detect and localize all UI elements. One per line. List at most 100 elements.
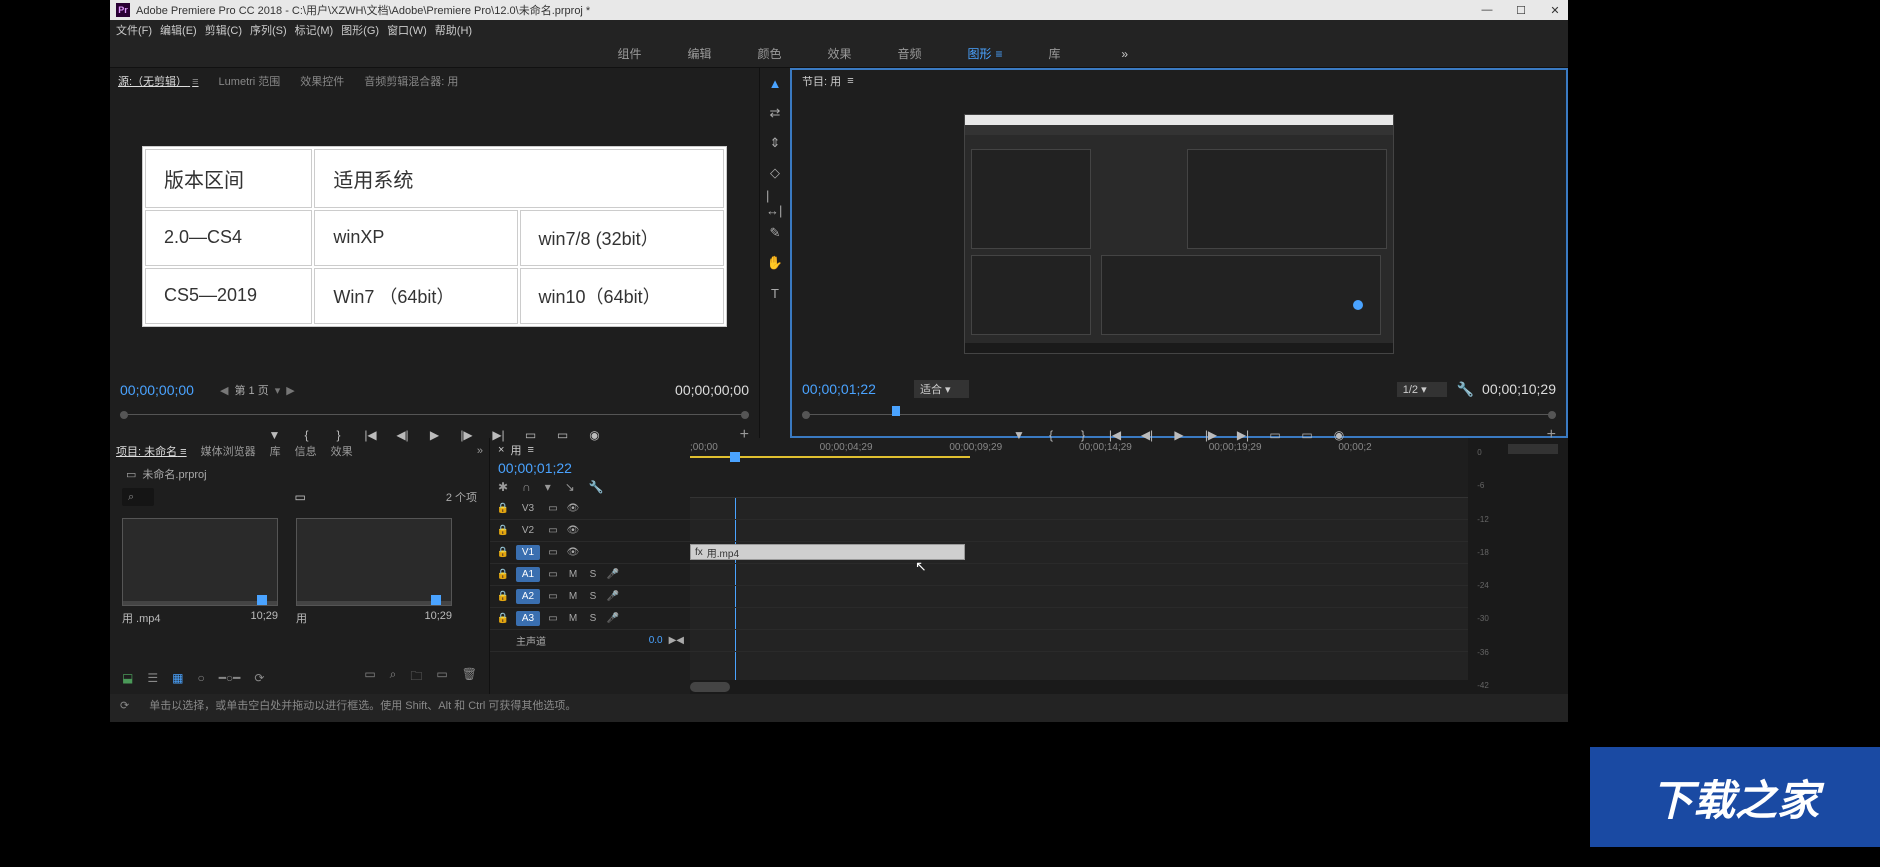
- new-item-icon[interactable]: ▭: [436, 667, 447, 688]
- project-overflow-icon[interactable]: »: [477, 445, 483, 457]
- track-select-tool-icon[interactable]: ⇄: [766, 104, 784, 122]
- resolution-select[interactable]: 1/2 ▾: [1397, 382, 1447, 397]
- tab-libraries[interactable]: 库: [270, 443, 281, 459]
- goto-out-icon[interactable]: ▶|: [492, 428, 506, 442]
- lock-icon[interactable]: ⬓: [122, 671, 133, 685]
- find-icon[interactable]: ⌕: [390, 667, 397, 688]
- mute-icon[interactable]: M: [566, 613, 580, 624]
- ws-effects[interactable]: 效果: [819, 45, 859, 62]
- sync-lock-icon[interactable]: ▭: [546, 503, 560, 514]
- track-label[interactable]: A1: [516, 567, 540, 582]
- razor-tool-icon[interactable]: ◇: [766, 164, 784, 182]
- tab-effects[interactable]: 效果: [331, 443, 353, 459]
- tab-info[interactable]: 信息: [295, 443, 317, 459]
- menu-marker[interactable]: 标记(M): [295, 22, 334, 38]
- project-item[interactable]: 用 10;29: [296, 518, 452, 626]
- mute-icon[interactable]: M: [566, 569, 580, 580]
- ws-editing[interactable]: 编辑: [679, 45, 719, 62]
- insert-icon[interactable]: ▭: [524, 428, 538, 442]
- sync-lock-icon[interactable]: ▭: [546, 569, 560, 580]
- solo-icon[interactable]: S: [586, 613, 600, 624]
- lock-icon[interactable]: 🔒: [496, 547, 510, 558]
- timeline-wrench-icon[interactable]: 🔧: [589, 480, 604, 494]
- menu-window[interactable]: 窗口(W): [387, 22, 427, 38]
- eye-icon[interactable]: 👁: [566, 547, 580, 558]
- linked-selection-icon[interactable]: ∩: [522, 480, 531, 494]
- voice-over-icon[interactable]: 🎤: [606, 613, 620, 624]
- solo-icon[interactable]: S: [586, 569, 600, 580]
- track-label[interactable]: V2: [516, 523, 540, 538]
- menu-graphics[interactable]: 图形(G): [341, 22, 379, 38]
- tab-project[interactable]: 项目: 未命名 ≡: [116, 443, 187, 459]
- page-dropdown-icon[interactable]: ▾: [275, 384, 281, 397]
- sync-lock-icon[interactable]: ▭: [546, 547, 560, 558]
- type-tool-icon[interactable]: T: [766, 284, 784, 302]
- overwrite-icon[interactable]: ▭: [556, 428, 570, 442]
- track-label[interactable]: V1: [516, 545, 540, 560]
- ws-color[interactable]: 颜色: [749, 45, 789, 62]
- tab-audio-mixer[interactable]: 音频剪辑混合器: 用: [364, 73, 458, 89]
- track-label[interactable]: V3: [516, 501, 540, 516]
- voice-over-icon[interactable]: 🎤: [606, 569, 620, 580]
- timeline-settings-icon[interactable]: ↘: [565, 480, 575, 494]
- program-timecode-current[interactable]: 00;00;01;22: [802, 381, 902, 397]
- source-scrubber[interactable]: [120, 406, 749, 424]
- list-view-icon[interactable]: ☰: [147, 671, 158, 685]
- solo-icon[interactable]: S: [586, 591, 600, 602]
- sequence-tab[interactable]: × 用 ≡: [498, 442, 682, 458]
- ws-library[interactable]: 库: [1041, 45, 1069, 62]
- lock-icon[interactable]: 🔒: [496, 613, 510, 624]
- ripple-edit-tool-icon[interactable]: ⇕: [766, 134, 784, 152]
- add-marker-icon[interactable]: ▾: [545, 480, 551, 494]
- mark-out-icon[interactable]: }: [332, 428, 346, 442]
- track-label[interactable]: A2: [516, 589, 540, 604]
- playhead-handle[interactable]: [730, 452, 740, 462]
- project-search-input[interactable]: ⌕: [122, 488, 154, 506]
- step-fwd-icon[interactable]: |▶: [460, 428, 474, 442]
- tab-source[interactable]: 源:（无剪辑） ≡: [118, 73, 199, 89]
- ws-audio[interactable]: 音频: [890, 45, 930, 62]
- timeline-ruler[interactable]: ;00;00 00;00;04;29 00;00;09;29 00;00;14;…: [690, 438, 1468, 498]
- menu-sequence[interactable]: 序列(S): [250, 22, 287, 38]
- ws-assembly[interactable]: 组件: [609, 45, 649, 62]
- menu-clip[interactable]: 剪辑(C): [205, 22, 242, 38]
- tab-lumetri[interactable]: Lumetri 范围: [219, 73, 281, 89]
- master-value[interactable]: 0.0: [649, 635, 663, 646]
- maximize-button[interactable]: ☐: [1514, 3, 1528, 17]
- zoom-slider[interactable]: ━○━: [219, 671, 241, 685]
- step-back-icon[interactable]: ◀|: [396, 428, 410, 442]
- marker-icon[interactable]: ▼: [268, 428, 282, 442]
- eye-icon[interactable]: 👁: [566, 503, 580, 514]
- scrollbar-thumb[interactable]: [690, 682, 730, 692]
- expand-icon[interactable]: ▶◀: [669, 635, 684, 646]
- lock-icon[interactable]: 🔒: [496, 569, 510, 580]
- ws-graphics[interactable]: 图形≡: [960, 45, 1011, 62]
- panel-menu-icon[interactable]: ≡: [192, 76, 198, 88]
- new-bin-icon[interactable]: 🗀: [410, 667, 422, 688]
- playhead-marker[interactable]: [892, 406, 900, 416]
- close-button[interactable]: ✕: [1548, 3, 1562, 17]
- timeline-scrollbar[interactable]: [690, 680, 1468, 694]
- program-scrubber[interactable]: [802, 406, 1556, 424]
- icon-view-icon[interactable]: ▦: [172, 671, 183, 685]
- menu-help[interactable]: 帮助(H): [435, 22, 472, 38]
- sort-icon[interactable]: ⟳: [254, 671, 264, 685]
- hand-tool-icon[interactable]: ✋: [766, 254, 784, 272]
- source-timecode-current[interactable]: 00;00;00;00: [120, 382, 220, 398]
- slip-tool-icon[interactable]: |↔|: [766, 194, 784, 212]
- play-icon[interactable]: ▶: [428, 428, 442, 442]
- timeline-timecode[interactable]: 00;00;01;22: [498, 460, 682, 476]
- snap-icon[interactable]: ✱: [498, 480, 508, 494]
- new-bin-icon[interactable]: ▭: [294, 490, 305, 504]
- ws-overflow-button[interactable]: »: [1121, 47, 1128, 61]
- lock-icon[interactable]: 🔒: [496, 503, 510, 514]
- delete-icon[interactable]: 🗑: [462, 667, 477, 688]
- menu-edit[interactable]: 编辑(E): [160, 22, 197, 38]
- automate-icon[interactable]: ▭: [364, 667, 375, 688]
- pen-tool-icon[interactable]: ✎: [766, 224, 784, 242]
- panel-menu-icon[interactable]: ≡: [847, 75, 853, 87]
- sync-lock-icon[interactable]: ▭: [546, 591, 560, 602]
- tracks-canvas[interactable]: fx 用.mp4 ↖: [690, 498, 1468, 680]
- mute-icon[interactable]: M: [566, 591, 580, 602]
- settings-icon[interactable]: 🔧: [1457, 381, 1474, 398]
